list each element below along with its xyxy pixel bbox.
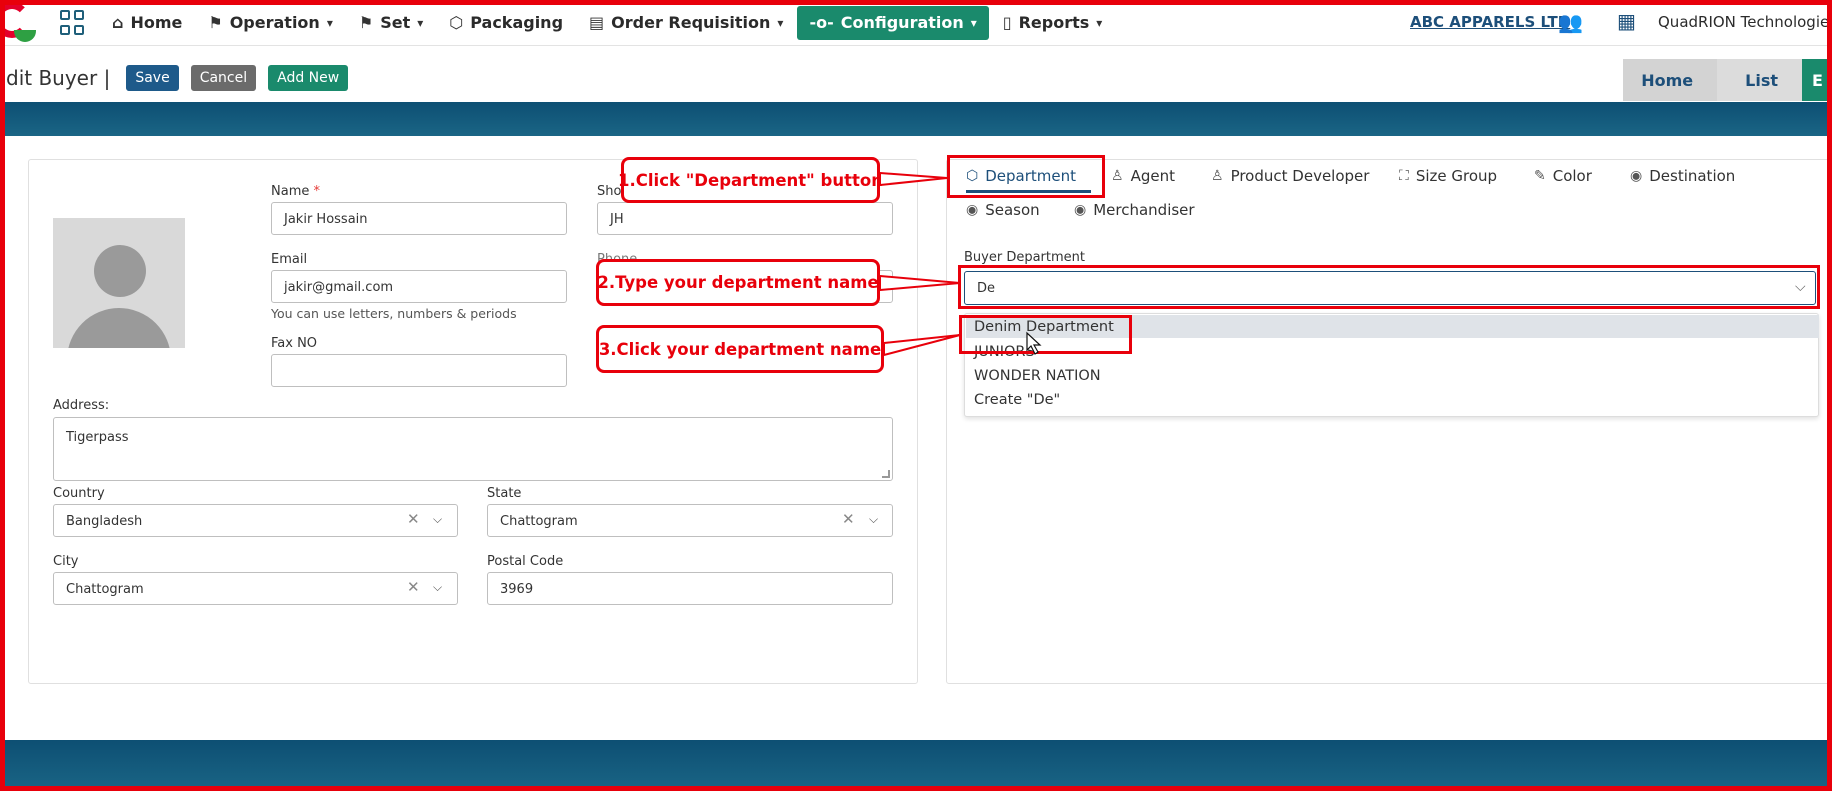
company-link[interactable]: ABC APPARELS LTD <box>1410 13 1570 31</box>
address-value: Tigerpass <box>66 430 129 445</box>
name-label: Name * <box>271 184 320 199</box>
nav-set[interactable]: ⚑ Set ▾ <box>347 6 435 40</box>
fax-label: Fax NO <box>271 336 318 351</box>
email-label: Email <box>271 252 308 267</box>
postal-code-field[interactable]: 3969 <box>487 572 893 605</box>
chevron-down-icon: ▾ <box>1096 15 1103 30</box>
page-header: dit Buyer | Save Cancel Add New Home Lis… <box>0 55 1832 101</box>
tab-destination[interactable]: ◉ Destination <box>1630 167 1735 185</box>
users-icon[interactable]: 👥 <box>1558 10 1583 34</box>
operation-icon: ⚑ <box>208 13 223 32</box>
cancel-button[interactable]: Cancel <box>190 65 257 91</box>
buyer-form-card: Name * Jakir Hossain Shor JH Email jakir… <box>28 159 918 684</box>
state-value: Chattogram <box>500 514 578 529</box>
person-icon: ♙ <box>1211 168 1224 184</box>
email-hint: You can use letters, numbers & periods <box>271 306 517 321</box>
person-icon: ♙ <box>1111 168 1124 184</box>
resize-handle[interactable] <box>882 470 890 478</box>
buyer-details-card <box>946 159 1832 684</box>
nav-home[interactable]: ⌂ Home <box>100 6 194 40</box>
location-pin-icon: ◉ <box>1630 168 1643 184</box>
brush-icon: ✎ <box>1534 168 1546 184</box>
header-band <box>0 102 1832 136</box>
apps-grid-icon[interactable] <box>60 9 86 36</box>
set-icon: ⚑ <box>358 13 374 32</box>
option-wonder-nation[interactable]: WONDER NATION <box>974 368 1101 384</box>
nav-configuration[interactable]: -o- Configuration ▾ <box>797 5 989 40</box>
tab-product-developer[interactable]: ♙ Product Developer <box>1211 167 1369 185</box>
clear-icon[interactable]: ✕ <box>407 578 420 596</box>
page-title: dit Buyer | <box>6 66 111 90</box>
location-pin-icon: ◉ <box>1074 202 1087 218</box>
chevron-down-icon: ▾ <box>326 15 333 30</box>
home-icon: ⌂ <box>112 13 124 32</box>
breadcrumb-current: E <box>1802 59 1832 101</box>
tab-season[interactable]: ◉ Season <box>966 201 1040 219</box>
commit-icon: -o- <box>809 13 834 32</box>
tab-merchandiser[interactable]: ◉ Merchandiser <box>1074 201 1195 219</box>
address-label: Address: <box>53 398 110 413</box>
city-label: City <box>53 554 79 569</box>
state-label: State <box>487 486 522 501</box>
chevron-down-icon: ▾ <box>417 15 424 30</box>
country-label: Country <box>53 486 105 501</box>
clear-icon[interactable]: ✕ <box>842 510 855 528</box>
chevron-down-icon[interactable]: ⌵ <box>433 512 442 527</box>
tab-agent[interactable]: ♙ Agent <box>1111 167 1175 185</box>
highlight-department-input <box>958 265 1820 309</box>
org-grid-icon: ▦ <box>1617 9 1636 33</box>
clear-icon[interactable]: ✕ <box>407 510 420 528</box>
email-field[interactable]: jakir@gmail.com <box>271 270 567 303</box>
fax-field[interactable] <box>271 354 567 387</box>
state-select[interactable]: Chattogram <box>487 504 893 537</box>
country-value: Bangladesh <box>66 514 143 529</box>
add-new-button[interactable]: Add New <box>268 65 349 91</box>
avatar[interactable] <box>53 218 185 348</box>
postal-code-label: Postal Code <box>487 554 564 569</box>
building-icon: ▤ <box>589 13 605 32</box>
chevron-down-icon[interactable]: ⌵ <box>869 512 878 527</box>
main-content: Name * Jakir Hossain Shor JH Email jakir… <box>0 136 1832 740</box>
buyer-department-label: Buyer Department <box>964 250 1085 265</box>
highlight-department-option <box>959 315 1132 354</box>
document-icon: ▯ <box>1002 13 1012 32</box>
annotation-step-2: 2.Type your department name <box>596 259 880 306</box>
location-pin-icon: ◉ <box>966 202 979 218</box>
nav-packaging[interactable]: ⬡ Packaging <box>437 6 575 40</box>
chevron-down-icon: ▾ <box>970 15 977 30</box>
highlight-department-tab <box>947 155 1105 198</box>
organization-name: QuadRION Technologies <box>1658 13 1832 31</box>
chevron-down-icon[interactable]: ⌵ <box>433 580 442 595</box>
nav-operation[interactable]: ⚑ Operation ▾ <box>196 6 344 40</box>
box-icon: ⬡ <box>449 13 464 32</box>
tab-size-group[interactable]: ⛶ Size Group <box>1399 167 1497 185</box>
annotation-step-3: 3.Click your department name <box>596 325 884 373</box>
breadcrumb-home[interactable]: Home <box>1623 59 1718 101</box>
city-select[interactable]: Chattogram <box>53 572 458 605</box>
tab-color[interactable]: ✎ Color <box>1534 167 1592 185</box>
city-value: Chattogram <box>66 582 144 597</box>
nav-order-requisition[interactable]: ▤ Order Requisition ▾ <box>577 6 795 40</box>
save-button[interactable]: Save <box>126 65 179 91</box>
country-select[interactable]: Bangladesh <box>53 504 458 537</box>
expand-icon: ⛶ <box>1399 168 1409 184</box>
footer-band <box>0 740 1832 791</box>
annotation-step-1: 1.Click "Department" button <box>618 157 883 203</box>
short-name-field[interactable]: JH <box>597 202 893 235</box>
name-field[interactable]: Jakir Hossain <box>271 202 567 235</box>
nav-reports[interactable]: ▯ Reports ▾ <box>991 6 1115 40</box>
chevron-down-icon: ▾ <box>777 15 784 30</box>
option-create-new[interactable]: Create "De" <box>974 392 1060 408</box>
app-logo[interactable] <box>0 0 40 46</box>
address-textarea[interactable]: Tigerpass <box>53 417 893 481</box>
breadcrumb: Home List E <box>1623 59 1832 101</box>
breadcrumb-list[interactable]: List <box>1717 59 1802 101</box>
